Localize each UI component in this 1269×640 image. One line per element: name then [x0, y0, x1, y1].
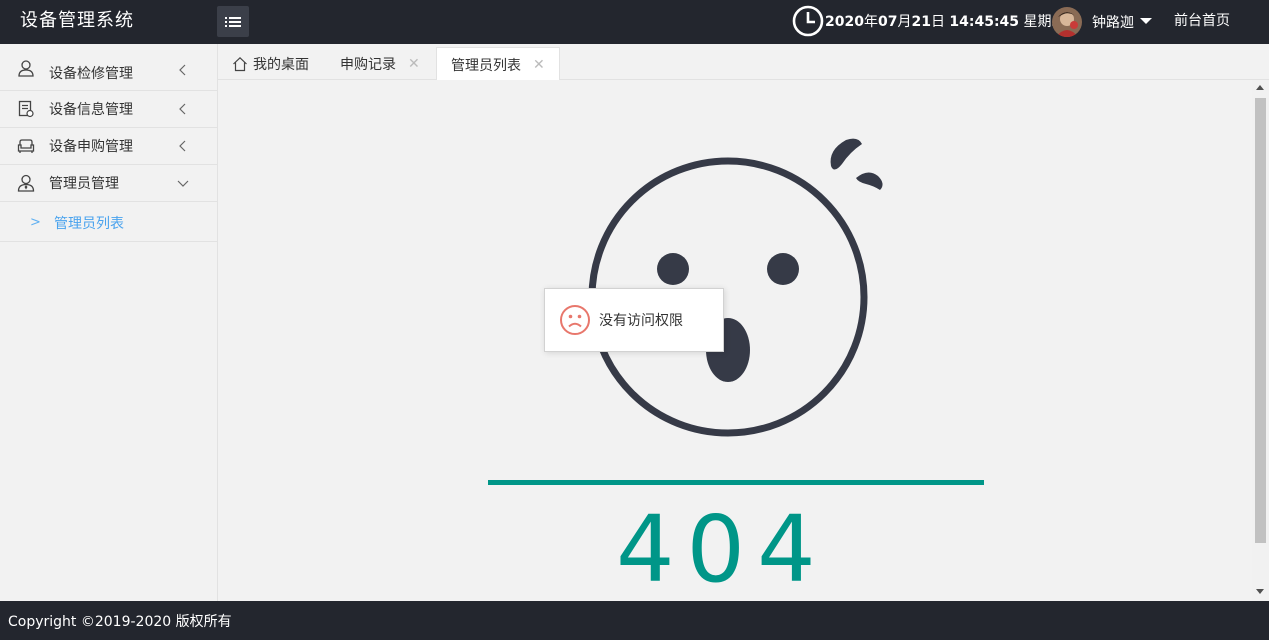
main-content: 没有访问权限 404 — [218, 80, 1269, 601]
tab-bar: 我的桌面 申购记录 ✕ 管理员列表 ✕ — [218, 44, 1269, 81]
sidebar-item-purchase[interactable]: 设备申购管理 — [0, 128, 217, 165]
toast-message: 没有访问权限 — [544, 288, 724, 352]
chevron-left-icon — [179, 140, 186, 152]
home-icon — [233, 56, 247, 71]
tab-label: 我的桌面 — [253, 56, 309, 73]
tab-admin-list[interactable]: 管理员列表 ✕ — [436, 47, 560, 81]
tab-my-desktop[interactable]: 我的桌面 — [232, 47, 309, 80]
vertical-scrollbar[interactable] — [1252, 80, 1269, 601]
scroll-up-arrow-icon[interactable] — [1256, 85, 1264, 90]
app-title: 设备管理系统 — [20, 10, 134, 31]
top-header: 设备管理系统 2020年07月21日 14:45:45 星期二 钟路迦 前台首页 — [0, 0, 1269, 44]
menu-icon — [225, 16, 241, 27]
scroll-down-arrow-icon[interactable] — [1256, 589, 1264, 594]
sad-face-icon — [560, 305, 590, 335]
tab-label: 管理员列表 — [451, 57, 521, 74]
tab-purchase-records[interactable]: 申购记录 ✕ — [340, 47, 420, 80]
sidebar: 设备检修管理 设备信息管理 设备申购管理 管理员管理 > 管理员列表 — [0, 44, 218, 601]
sidebar-item-maintenance[interactable]: 设备检修管理 — [0, 44, 217, 91]
datetime-text: 2020年07月21日 14:45:45 星期二 — [825, 14, 1066, 30]
sidebar-item-label: 管理员管理 — [49, 176, 119, 192]
menu-toggle-button[interactable] — [217, 6, 249, 37]
footer: Copyright ©2019-2020 版权所有 — [0, 601, 1269, 640]
copyright-text: Copyright ©2019-2020 版权所有 — [8, 614, 232, 630]
caret-down-icon — [1140, 18, 1152, 24]
close-icon[interactable]: ✕ — [533, 57, 545, 73]
sidebar-item-label: 设备信息管理 — [49, 102, 133, 118]
avatar — [1052, 7, 1082, 37]
scroll-thumb[interactable] — [1255, 98, 1266, 543]
close-icon[interactable]: ✕ — [408, 56, 420, 72]
sidebar-item-label: 设备检修管理 — [49, 66, 133, 82]
chevron-down-icon — [177, 180, 189, 187]
sidebar-item-admin[interactable]: 管理员管理 — [0, 165, 217, 202]
sidebar-subitem-label: 管理员列表 — [54, 216, 124, 232]
user-icon — [18, 60, 34, 77]
chevron-left-icon — [179, 103, 186, 115]
admin-user-icon — [17, 174, 35, 192]
toast-text: 没有访问权限 — [599, 313, 683, 329]
chevron-right-icon: > — [30, 215, 41, 230]
clock-icon — [792, 5, 824, 37]
chevron-left-icon — [179, 64, 186, 76]
sofa-icon — [17, 139, 35, 153]
document-icon — [18, 100, 34, 118]
sidebar-item-device-info[interactable]: 设备信息管理 — [0, 91, 217, 128]
frontend-home-link[interactable]: 前台首页 — [1174, 0, 1230, 42]
user-name: 钟路迦 — [1092, 15, 1134, 31]
user-menu[interactable]: 钟路迦 — [1052, 6, 1152, 38]
datetime-display: 2020年07月21日 14:45:45 星期二 — [792, 5, 1066, 37]
error-divider — [488, 480, 984, 485]
sidebar-subitem-admin-list[interactable]: > 管理员列表 — [0, 202, 217, 242]
tab-label: 申购记录 — [340, 56, 396, 73]
sad-face-illustration — [588, 138, 883, 437]
sidebar-item-label: 设备申购管理 — [49, 139, 133, 155]
error-code: 404 — [616, 496, 828, 601]
